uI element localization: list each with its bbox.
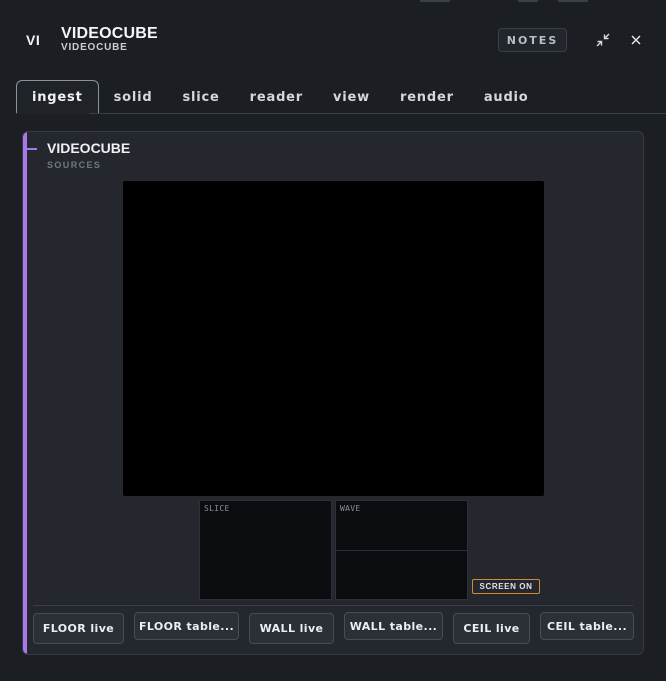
video-preview[interactable] [123,181,544,496]
minimize-icon [596,33,610,47]
sources-panel: VIDEOCUBE SOURCES SLICE WAVE SCREEN ON F… [22,131,644,655]
tab-render[interactable]: render [385,80,469,114]
wave-label: WAVE [340,504,361,513]
panel-accent-tick [27,148,37,150]
tab-audio[interactable]: audio [469,80,544,114]
notes-button[interactable]: NOTES [498,28,567,52]
tab-reader[interactable]: reader [235,80,318,114]
ceil-table-button[interactable]: CEIL table... [540,612,634,640]
wave-divider [336,550,467,551]
tab-ingest[interactable]: ingest [16,80,99,114]
panel-subtitle: SOURCES [47,160,102,170]
minimize-button[interactable] [594,31,612,49]
button-divider [33,605,633,606]
close-button[interactable] [627,31,645,49]
tab-divider [16,113,666,114]
floor-live-button[interactable]: FLOOR live [33,613,124,644]
app-header: VI VIDEOCUBE VIDEOCUBE NOTES [0,0,666,80]
slice-monitor: SLICE [199,500,332,600]
tab-view[interactable]: view [318,80,385,114]
app-title: VIDEOCUBE [61,25,158,42]
wave-monitor: WAVE [335,500,468,600]
panel-title: VIDEOCUBE [47,140,131,156]
tab-solid[interactable]: solid [99,80,168,114]
floor-table-button[interactable]: FLOOR table... [134,612,239,640]
screen-on-toggle[interactable]: SCREEN ON [472,579,540,594]
tab-slice[interactable]: slice [167,80,234,114]
tab-bar: ingest solid slice reader view render au… [16,79,544,114]
close-icon [631,35,641,45]
ceil-live-button[interactable]: CEIL live [453,613,530,644]
app-subtitle: VIDEOCUBE [61,42,128,53]
wall-table-button[interactable]: WALL table... [344,612,443,640]
panel-accent-bar [23,132,27,654]
wall-live-button[interactable]: WALL live [249,613,334,644]
slice-label: SLICE [204,504,230,513]
app-badge: VI [26,32,41,48]
